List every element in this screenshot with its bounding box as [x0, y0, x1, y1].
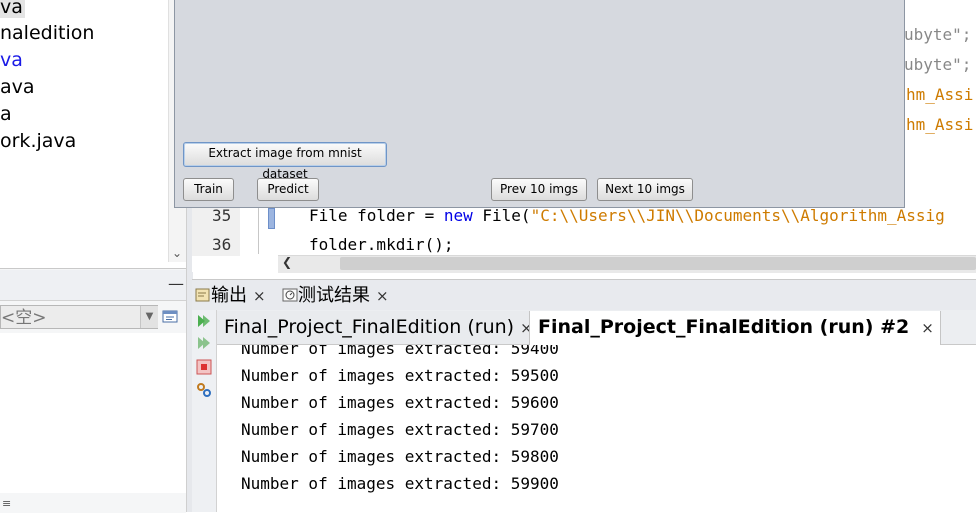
tab-output[interactable]: 输出 ×: [195, 282, 266, 310]
tree-item-2[interactable]: naledition: [0, 22, 94, 44]
indent-guide: [258, 200, 259, 254]
chevron-down-icon[interactable]: ⌄: [168, 244, 186, 262]
code-line-36: folder.mkdir();: [309, 235, 454, 254]
scrollbar-thumb[interactable]: [340, 257, 976, 270]
tree-item-5[interactable]: a: [0, 103, 12, 125]
navigator-header: [0, 270, 186, 301]
train-button[interactable]: Train: [183, 178, 234, 201]
console-line: Number of images extracted: 59800: [241, 447, 559, 466]
code-fragment: ubyte";: [904, 55, 972, 74]
navigator-list: [0, 333, 186, 493]
tab-test-results[interactable]: 测试结果 ×: [282, 282, 389, 310]
output-window-icon: [195, 284, 211, 302]
settings-icon[interactable]: [196, 382, 212, 398]
run-tab-1[interactable]: Final_Project_FinalEdition (run) ×: [216, 311, 536, 344]
project-tree: va naledition va ava a ork.java: [0, 0, 168, 262]
tree-item-1[interactable]: va: [0, 0, 25, 18]
test-results-icon: [282, 284, 298, 302]
stop-icon[interactable]: [196, 359, 212, 375]
code-fragment: hm_Assi: [906, 85, 974, 104]
rerun-icon[interactable]: [196, 313, 212, 329]
filter-icon[interactable]: [162, 309, 178, 325]
next-10-images-button[interactable]: Next 10 imgs: [597, 178, 693, 201]
console-line: Number of images extracted: 59600: [241, 393, 559, 412]
navigator-member-combo[interactable]: <空>: [0, 305, 158, 329]
sort-icon[interactable]: ≡: [2, 497, 11, 510]
close-icon[interactable]: ×: [921, 319, 934, 337]
chevron-left-icon[interactable]: ❮: [282, 255, 292, 269]
tree-item-6[interactable]: ork.java: [0, 130, 76, 152]
line-number: 36: [212, 235, 232, 254]
predict-button[interactable]: Predict: [257, 178, 319, 201]
chevron-down-icon[interactable]: ▼: [140, 306, 158, 328]
close-icon[interactable]: ×: [376, 287, 389, 305]
code-fragment: ubyte";: [904, 25, 972, 44]
minimize-icon[interactable]: —: [168, 274, 184, 293]
change-marker: [268, 208, 275, 229]
code-line-35: File folder = new File("C:\\Users\\JIN\\…: [309, 206, 945, 225]
prev-10-images-button[interactable]: Prev 10 imgs: [491, 178, 587, 201]
line-number: 35: [212, 206, 232, 225]
code-fragment: hm_Assi: [906, 115, 974, 134]
extract-images-button[interactable]: Extract image from mnist dataset: [183, 142, 387, 181]
tree-item-3[interactable]: va: [0, 49, 23, 71]
console-line: Number of images extracted: 59500: [241, 366, 559, 385]
console-line: Number of images extracted: 59900: [241, 474, 559, 493]
console-line: Number of images extracted: 59700: [241, 420, 559, 439]
tree-item-4[interactable]: ava: [0, 76, 35, 98]
close-icon[interactable]: ×: [253, 287, 266, 305]
run-tab-2[interactable]: Final_Project_FinalEdition (run) #2 ×: [529, 311, 941, 345]
rerun-with-params-icon[interactable]: [196, 335, 212, 351]
